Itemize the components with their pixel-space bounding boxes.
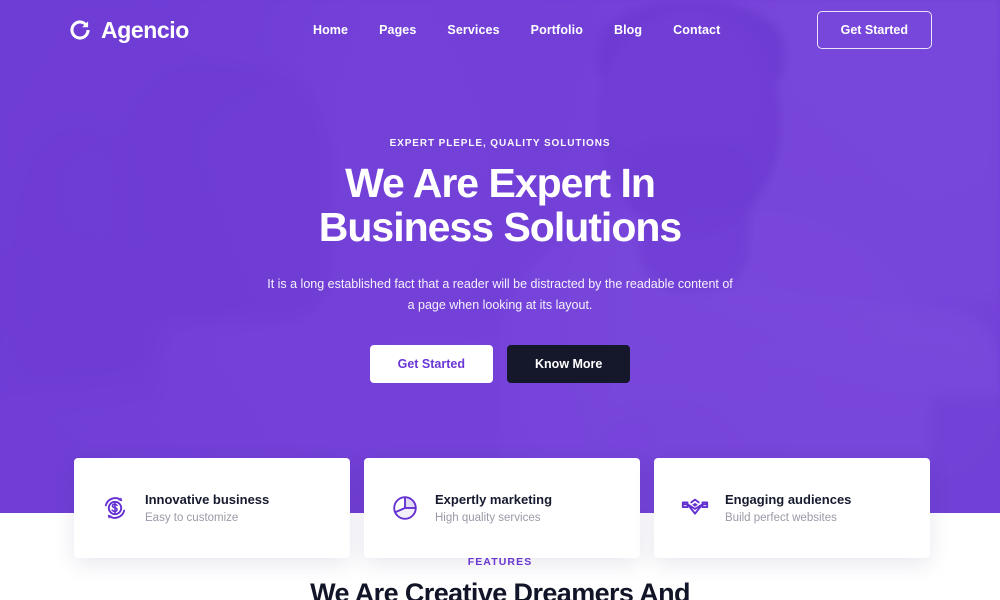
- main-navigation: Home Pages Services Portfolio Blog Conta…: [313, 23, 720, 37]
- handshake-icon: [680, 493, 710, 523]
- currency-exchange-icon: [100, 493, 130, 523]
- landing-page: Agencio Home Pages Services Portfolio Bl…: [0, 0, 1000, 600]
- features-title: We Are Creative Dreamers And: [310, 578, 690, 600]
- feature-card-innovative-business[interactable]: Innovative business Easy to customize: [74, 458, 350, 558]
- feature-card-subtitle: High quality services: [435, 512, 541, 525]
- hero-headline-line-2: Business Solutions: [318, 204, 682, 251]
- hero-know-more-button[interactable]: Know More: [507, 345, 631, 384]
- nav-item-home[interactable]: Home: [313, 23, 348, 37]
- feature-cards: Innovative business Easy to customize Ex…: [74, 458, 930, 558]
- nav-item-contact[interactable]: Contact: [673, 23, 720, 37]
- brand-name: Agencio: [101, 16, 189, 43]
- feature-card-title: Innovative business: [145, 491, 270, 507]
- site-header: Agencio Home Pages Services Portfolio Bl…: [0, 0, 1000, 60]
- hero-eyebrow: EXPERT PLEPLE, QUALITY SOLUTIONS: [389, 138, 611, 149]
- hero-get-started-button[interactable]: Get Started: [369, 345, 494, 384]
- hero-paragraph: It is a long established fact that a rea…: [267, 276, 733, 313]
- hero-section: Agencio Home Pages Services Portfolio Bl…: [0, 0, 1000, 513]
- nav-item-services[interactable]: Services: [447, 23, 499, 37]
- nav-item-portfolio[interactable]: Portfolio: [531, 23, 583, 37]
- feature-card-title: Engaging audiences: [725, 491, 852, 507]
- feature-card-expertly-marketing[interactable]: Expertly marketing High quality services: [364, 458, 640, 558]
- hero-headline: We Are Expert In Business Solutions: [0, 161, 1000, 250]
- hero-cta-row: Get Started Know More: [0, 345, 1000, 384]
- nav-item-blog[interactable]: Blog: [614, 23, 642, 37]
- feature-card-subtitle: Easy to customize: [145, 512, 239, 525]
- brand-logo[interactable]: Agencio: [68, 17, 189, 44]
- feature-card-title: Expertly marketing: [435, 491, 553, 507]
- hero-content: EXPERT PLEPLE, QUALITY SOLUTIONS We Are …: [0, 138, 1000, 384]
- circle-c-logo-icon: [68, 18, 92, 42]
- header-get-started-button[interactable]: Get Started: [816, 11, 932, 49]
- features-section: FEATURES We Are Creative Dreamers And: [0, 556, 1000, 600]
- pie-chart-icon: [390, 493, 420, 523]
- feature-card-subtitle: Build perfect websites: [725, 512, 837, 525]
- feature-card-engaging-audiences[interactable]: Engaging audiences Build perfect website…: [654, 458, 930, 558]
- nav-item-pages[interactable]: Pages: [379, 23, 416, 37]
- hero-headline-line-1: We Are Expert In: [345, 160, 656, 206]
